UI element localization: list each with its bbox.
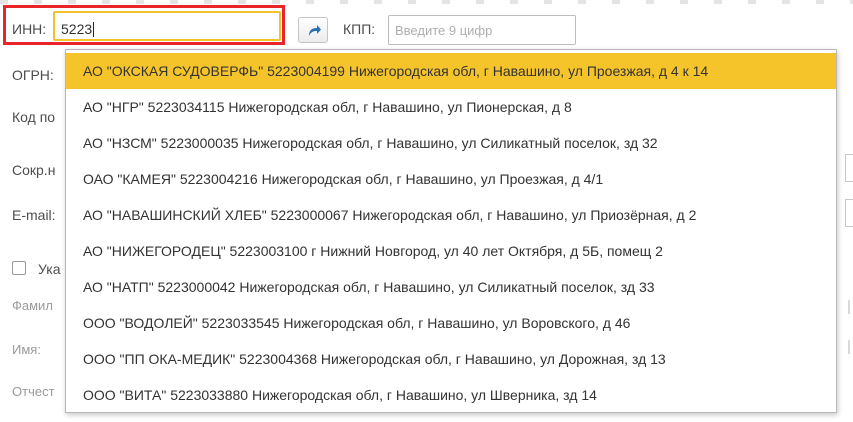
text-caret xyxy=(93,22,95,37)
email-input-edge[interactable] xyxy=(845,199,853,227)
inn-input[interactable]: 5223 xyxy=(53,11,281,41)
suggestion-item[interactable]: АО "НИЖЕГОРОДЕЦ" 5223003100 г Нижний Нов… xyxy=(66,233,836,269)
right-edge-mark xyxy=(848,300,850,314)
suggestion-item[interactable]: ОАО "КАМЕЯ" 5223004216 Нижегородская обл… xyxy=(66,161,836,197)
lastname-label: Фамил xyxy=(12,298,53,313)
inn-suggestions-dropdown: АО "ОКСКАЯ СУДОВЕРФЬ" 5223004199 Нижегор… xyxy=(65,49,837,413)
inn-label: ИНН: xyxy=(12,21,47,37)
specify-checkbox[interactable] xyxy=(12,261,26,275)
short-name-input-edge[interactable] xyxy=(845,154,853,182)
short-name-label: Сокр.н xyxy=(12,162,56,178)
right-edge-mark xyxy=(848,340,850,354)
inn-input-value: 5223 xyxy=(61,21,93,37)
inn-search-button[interactable] xyxy=(298,17,328,43)
kpp-input[interactable] xyxy=(388,15,576,45)
suggestion-item[interactable]: ООО "ВИТА" 5223033880 Нижегородская обл,… xyxy=(66,377,836,413)
suggestion-item[interactable]: АО "НАТП" 5223000042 Нижегородская обл, … xyxy=(66,269,836,305)
cropped-toolbar-strip xyxy=(0,0,853,4)
suggestion-item[interactable]: ООО "ПП ОКА-МЕДИК" 5223004368 Нижегородс… xyxy=(66,341,836,377)
suggestion-item[interactable]: АО "НГР" 5223034115 Нижегородская обл, г… xyxy=(66,89,836,125)
firstname-label: Имя: xyxy=(12,342,41,357)
ogrn-label: ОГРН: xyxy=(12,67,54,83)
specify-checkbox-label: Ука xyxy=(38,261,61,277)
suggestion-item[interactable]: АО "НЗСМ" 5223000035 Нижегородская обл, … xyxy=(66,125,836,161)
patronymic-label: Отчест xyxy=(12,384,55,399)
suggestion-item[interactable]: АО "НАВАШИНСКИЙ ХЛЕБ" 5223000067 Нижегор… xyxy=(66,197,836,233)
kpp-label: КПП: xyxy=(343,21,376,37)
email-label: E-mail: xyxy=(12,207,56,223)
suggestion-item[interactable]: ООО "ВОДОЛЕЙ" 5223033545 Нижегородская о… xyxy=(66,305,836,341)
okpo-code-label: Код по xyxy=(12,109,56,125)
arrow-redo-icon xyxy=(309,25,321,36)
suggestion-item[interactable]: АО "ОКСКАЯ СУДОВЕРФЬ" 5223004199 Нижегор… xyxy=(66,53,836,89)
